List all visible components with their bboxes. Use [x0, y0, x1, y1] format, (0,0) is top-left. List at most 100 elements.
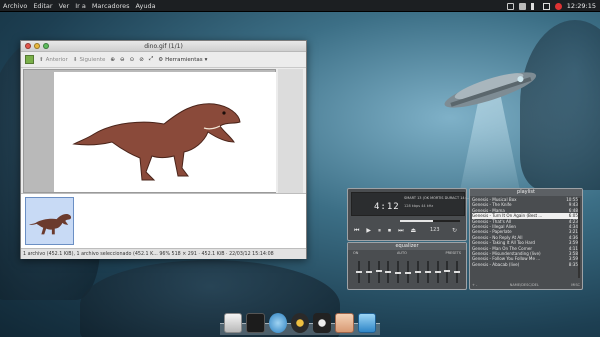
playlist-misc[interactable]: MISC	[571, 283, 580, 287]
eq-band-knob[interactable]	[454, 271, 461, 273]
eq-band-slider[interactable]	[454, 261, 461, 283]
dock	[220, 309, 380, 335]
dinosaur-image	[72, 103, 241, 181]
image-viewer-window: dino.gif (1/1) ⬆ Anterior ⬇ Siguiente ⊕ …	[20, 40, 307, 259]
eq-band-knob[interactable]	[385, 271, 392, 273]
eq-band-slider[interactable]	[424, 261, 431, 283]
next-button[interactable]: ⬇ Siguiente	[73, 57, 106, 63]
zoom-out-button[interactable]: ⊖	[120, 57, 125, 63]
eq-band-knob[interactable]	[395, 272, 402, 274]
eq-band-slider[interactable]	[405, 261, 412, 283]
menu-marcadores[interactable]: Marcadores	[89, 2, 133, 10]
playlist-scrollbar[interactable]	[578, 198, 580, 278]
playlist-sort[interactable]: NAME/DESC/DEL	[510, 283, 539, 287]
equalizer-title[interactable]: equalizer	[348, 243, 466, 250]
messaging-icon[interactable]	[518, 2, 526, 10]
background-rock-right	[520, 20, 600, 190]
eq-band-slider[interactable]	[365, 261, 372, 283]
tools-label: Herramientas	[165, 56, 203, 63]
volume-icon[interactable]	[530, 2, 538, 10]
next-track-icon[interactable]: ⏭	[398, 227, 403, 235]
tools-button[interactable]: ⚙ Herramientas ▾	[158, 57, 207, 63]
zoom-fit-icon: ⊘	[139, 56, 144, 63]
menu-ayuda[interactable]: Ayuda	[133, 2, 159, 10]
terminal-icon[interactable]	[246, 313, 265, 333]
zoom-in-button[interactable]: ⊕	[110, 57, 115, 63]
viewer-titlebar[interactable]: dino.gif (1/1)	[21, 41, 306, 52]
network-icon[interactable]	[506, 2, 514, 10]
gear-icon: ⚙	[158, 56, 164, 63]
seek-bar[interactable]	[400, 220, 460, 222]
zoom-normal-button[interactable]: ⊙	[130, 57, 135, 63]
playlist-footer: + - NAME/DESC/DEL MISC	[472, 283, 580, 287]
viewer-side-panel	[278, 69, 303, 193]
browser-icon[interactable]	[268, 313, 287, 333]
playlist-title[interactable]: playlist	[470, 189, 582, 196]
thumbnail-strip	[21, 193, 306, 248]
eq-band-slider[interactable]	[395, 261, 402, 283]
menu-editar[interactable]: Editar	[30, 2, 55, 10]
power-icon[interactable]	[554, 2, 562, 10]
previous-label: Anterior	[45, 56, 68, 63]
eject-icon[interactable]: ⏏	[410, 227, 416, 235]
eq-band-slider[interactable]	[356, 261, 362, 283]
eq-auto-toggle[interactable]: AUTO	[397, 251, 407, 255]
menu-ver[interactable]: Ver	[56, 2, 73, 10]
stop-icon[interactable]: ⏹	[388, 227, 391, 235]
eye-app-icon[interactable]	[335, 313, 354, 333]
fullscreen-button[interactable]: ⤢	[149, 56, 153, 63]
eq-on-toggle[interactable]: ON	[353, 251, 358, 255]
thumbnail-dino[interactable]	[25, 197, 74, 245]
eq-band-slider[interactable]	[385, 261, 392, 283]
eq-band-slider[interactable]	[444, 261, 451, 283]
eq-band-slider[interactable]	[414, 261, 421, 283]
next-label: Siguiente	[79, 56, 106, 63]
playlist-add-remove[interactable]: + -	[472, 283, 477, 287]
playback-time[interactable]: 4:12	[374, 202, 400, 212]
gallery-icon[interactable]	[25, 55, 34, 64]
fullscreen-icon: ⤢	[148, 56, 154, 62]
zoom-in-icon: ⊕	[110, 56, 115, 63]
zoom-fit-button[interactable]: ⊘	[139, 57, 144, 63]
viewer-statusbar: 1 archivo (452.1 KiB), 1 archivo selecci…	[21, 248, 306, 259]
minimize-button[interactable]	[34, 43, 40, 49]
eq-band-slider[interactable]	[375, 261, 382, 283]
pause-icon[interactable]: ⏸	[378, 227, 381, 235]
previous-track-icon[interactable]: ⏮	[354, 227, 359, 235]
eq-band-knob[interactable]	[375, 270, 382, 272]
clock[interactable]: 12:29:15	[567, 2, 596, 10]
eq-presets-button[interactable]: PRESETS	[445, 251, 461, 255]
arrow-up-icon: ⬆	[39, 56, 44, 63]
battery-icon[interactable]	[542, 2, 550, 10]
zoom-normal-icon: ⊙	[129, 56, 135, 63]
playlist-rows: Genesis - Musical Box 10:55 Genesis - The …	[472, 197, 578, 267]
eq-band-knob[interactable]	[365, 271, 372, 273]
equalizer-options: ON AUTO PRESETS	[353, 251, 461, 255]
volume-value[interactable]: 123	[430, 227, 440, 233]
previous-button[interactable]: ⬆ Anterior	[39, 57, 68, 63]
eq-band-knob[interactable]	[405, 272, 412, 274]
thumbnail-dino-image	[28, 214, 72, 235]
webcam-icon[interactable]	[313, 313, 332, 333]
window-controls	[25, 43, 49, 49]
playlist-item-title: Genesis - Abacab (live)	[472, 261, 520, 267]
close-button[interactable]	[25, 43, 31, 49]
eq-band-knob[interactable]	[444, 270, 451, 272]
file-manager-icon[interactable]	[224, 313, 243, 333]
menu-archivo[interactable]: Archivo	[0, 2, 30, 10]
playlist-item[interactable]: Genesis - Abacab (live) 8:35	[472, 262, 578, 267]
eq-band-slider[interactable]	[434, 261, 441, 283]
eq-band-knob[interactable]	[424, 271, 431, 273]
play-icon[interactable]: ▶	[366, 227, 371, 235]
eq-band-knob[interactable]	[434, 271, 441, 273]
equalizer-window: equalizer ON AUTO PRESETS	[347, 242, 467, 290]
eq-band-knob[interactable]	[356, 271, 362, 273]
maximize-button[interactable]	[43, 43, 49, 49]
image-canvas[interactable]	[23, 69, 276, 193]
eq-band-knob[interactable]	[414, 271, 421, 273]
folder-icon[interactable]	[357, 313, 376, 333]
menu-ir-a[interactable]: Ir a	[72, 2, 89, 10]
audio-player-icon[interactable]	[290, 313, 310, 333]
playlist-item-duration: 8:35	[568, 261, 578, 267]
repeat-icon[interactable]: ↻	[452, 227, 457, 234]
